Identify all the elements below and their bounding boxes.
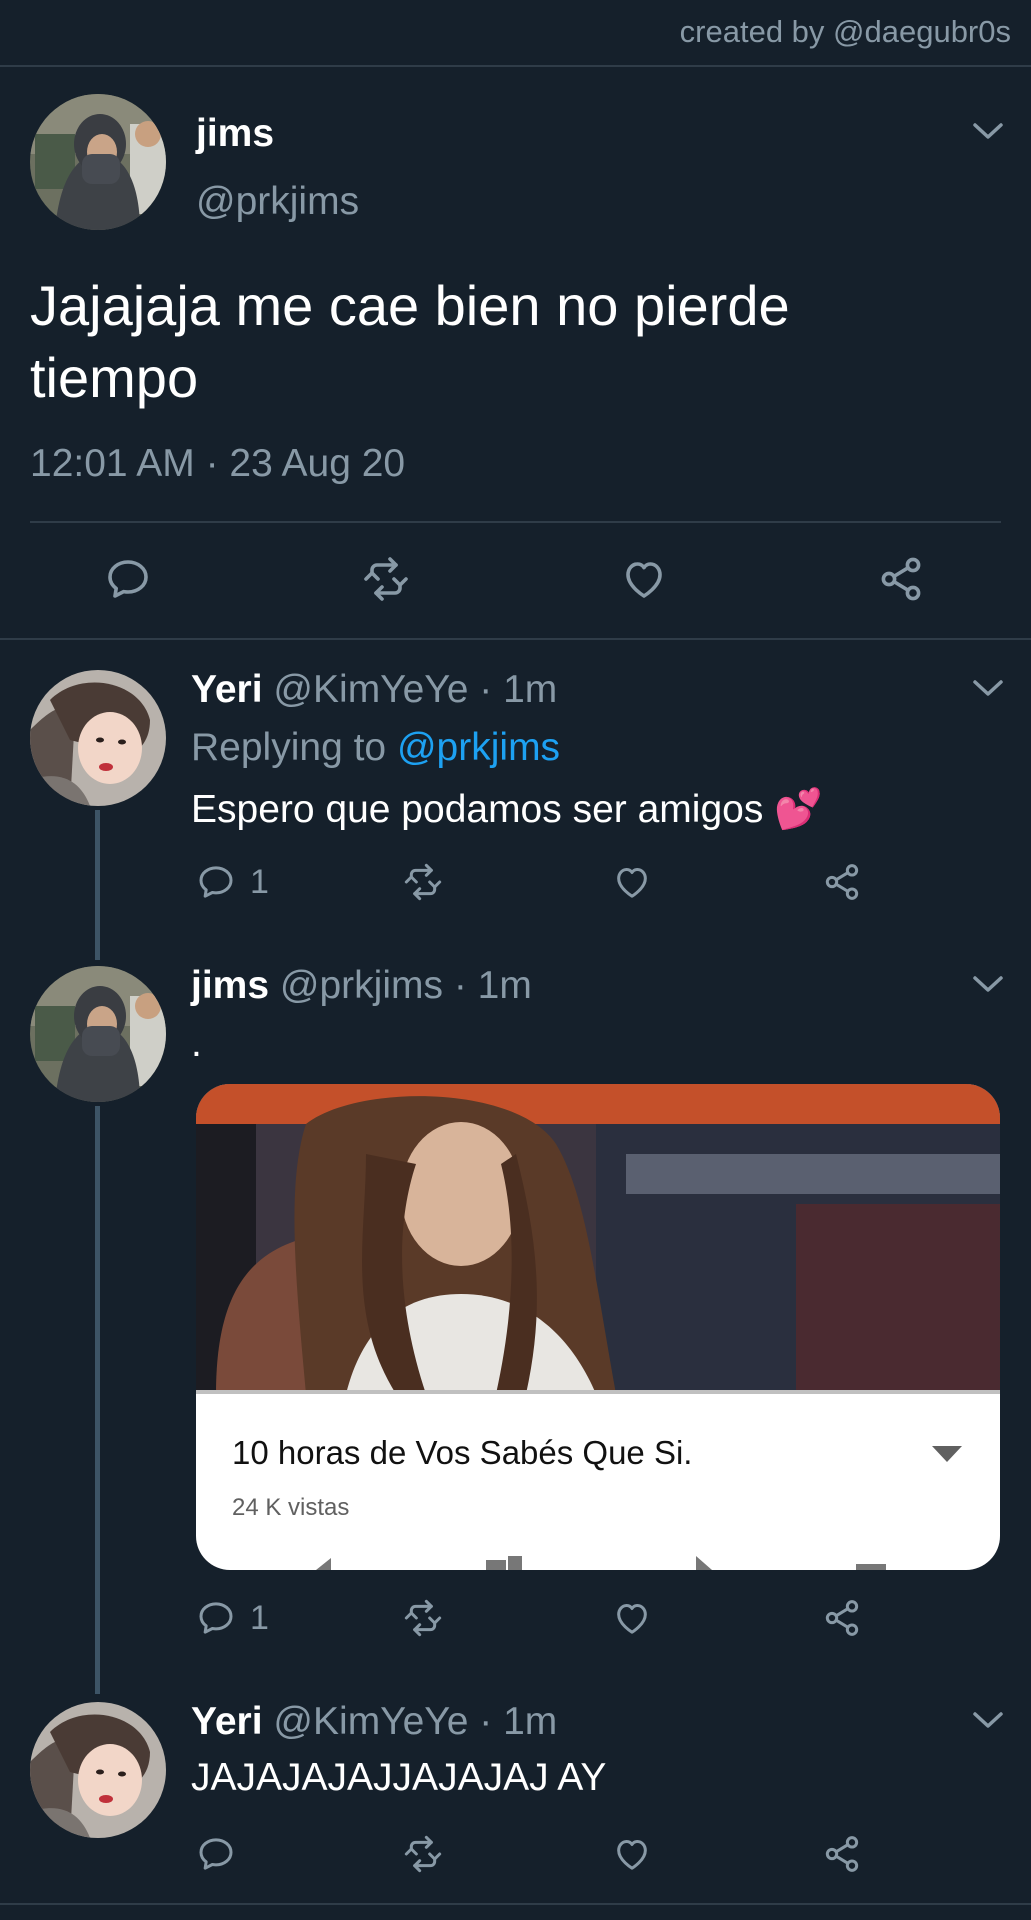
video-card[interactable]: 10 horas de Vos Sabés Que Si. 24 K vista…: [196, 1084, 1000, 1570]
replying-handle-link[interactable]: @prkjims: [397, 726, 560, 769]
divider: [0, 638, 1031, 640]
retweet-icon: [400, 1834, 446, 1874]
reply-icon: [196, 1598, 236, 1638]
tweet-timestamp: 12:01 AM · 23 Aug 20: [30, 442, 406, 485]
reply-header: jims @prkjims · 1m: [191, 964, 532, 1008]
retweet-button[interactable]: [400, 1834, 446, 1874]
like-icon: [612, 1834, 652, 1874]
retweet-icon: [400, 862, 446, 902]
reply-icon: [196, 862, 236, 902]
chevron-down-icon[interactable]: [971, 120, 1005, 142]
avatar[interactable]: [30, 1702, 166, 1838]
reply-text: .: [191, 1022, 202, 1065]
share-button[interactable]: [877, 555, 925, 603]
retweet-icon: [400, 1598, 446, 1638]
share-icon: [822, 1834, 862, 1874]
like-icon: [612, 1598, 652, 1638]
retweet-button[interactable]: [358, 555, 414, 603]
retweet-button[interactable]: [400, 862, 446, 902]
reply-time: · 1m: [479, 1700, 558, 1743]
reply-button[interactable]: [196, 1834, 236, 1874]
avatar-image: [30, 966, 166, 1102]
divider: [30, 521, 1001, 523]
like-button[interactable]: [612, 1598, 652, 1638]
reply-text-content: Espero que podamos ser amigos: [191, 788, 764, 831]
share-icon: [822, 1598, 862, 1638]
creator-credit: created by @daegubr0s: [679, 14, 1011, 49]
thread-line: [95, 1106, 100, 1694]
share-button[interactable]: [822, 1834, 862, 1874]
like-icon: [620, 555, 668, 603]
heart-emoji: 💕: [774, 788, 823, 831]
author-handle[interactable]: @KimYeYe: [273, 1700, 468, 1743]
reply-button[interactable]: 1: [196, 1598, 269, 1638]
reply-button[interactable]: [104, 555, 152, 603]
author-handle[interactable]: @prkjims: [196, 180, 359, 224]
reply-count: 1: [250, 862, 269, 901]
replying-label: Replying to: [191, 726, 387, 769]
avatar[interactable]: [30, 94, 166, 230]
like-icon: [612, 862, 652, 902]
reply-header: Yeri @KimYeYe · 1m: [191, 668, 557, 712]
video-thumbnail: [196, 1084, 1000, 1394]
video-actions-icons: [316, 1556, 886, 1570]
chevron-down-icon[interactable]: [971, 1709, 1005, 1731]
reply-icon: [196, 1834, 236, 1874]
reply-icon: [104, 555, 152, 603]
reply-header: Yeri @KimYeYe · 1m: [191, 1700, 557, 1744]
thread-line: [95, 810, 100, 960]
share-button[interactable]: [822, 1598, 862, 1638]
like-button[interactable]: [620, 555, 668, 603]
author-name[interactable]: Yeri: [191, 668, 263, 711]
chevron-down-icon[interactable]: [971, 677, 1005, 699]
author-handle[interactable]: @KimYeYe: [273, 668, 468, 711]
replying-to: Replying to @prkjims: [191, 726, 560, 770]
author-name[interactable]: jims: [196, 112, 274, 156]
author-name[interactable]: Yeri: [191, 1700, 263, 1743]
avatar-image: [30, 1702, 166, 1838]
chevron-down-icon[interactable]: [971, 973, 1005, 995]
like-button[interactable]: [612, 862, 652, 902]
caret-down-icon[interactable]: [932, 1446, 962, 1462]
reply-text: JAJAJAJAJJAJAJAJ AY: [191, 1756, 607, 1799]
share-icon: [822, 862, 862, 902]
avatar[interactable]: [30, 670, 166, 806]
divider: [0, 1903, 1031, 1905]
avatar[interactable]: [30, 966, 166, 1102]
reply-time: · 1m: [453, 964, 532, 1007]
retweet-icon: [358, 555, 414, 603]
video-views: 24 K vistas: [232, 1494, 350, 1521]
header-divider: [0, 65, 1031, 67]
retweet-button[interactable]: [400, 1598, 446, 1638]
like-button[interactable]: [612, 1834, 652, 1874]
author-handle[interactable]: @prkjims: [280, 964, 443, 1007]
tweet-text: Jajajaja me cae bien no pierde tiempo: [30, 274, 790, 409]
share-button[interactable]: [822, 862, 862, 902]
video-title: 10 horas de Vos Sabés Que Si.: [232, 1434, 693, 1471]
reply-text: Espero que podamos ser amigos 💕: [191, 786, 823, 832]
avatar-image: [30, 670, 166, 806]
share-icon: [877, 555, 925, 603]
reply-button[interactable]: 1: [196, 862, 269, 902]
reply-time: · 1m: [479, 668, 558, 711]
avatar-image: [30, 94, 166, 230]
author-name[interactable]: jims: [191, 964, 269, 1007]
reply-count: 1: [250, 1598, 269, 1637]
